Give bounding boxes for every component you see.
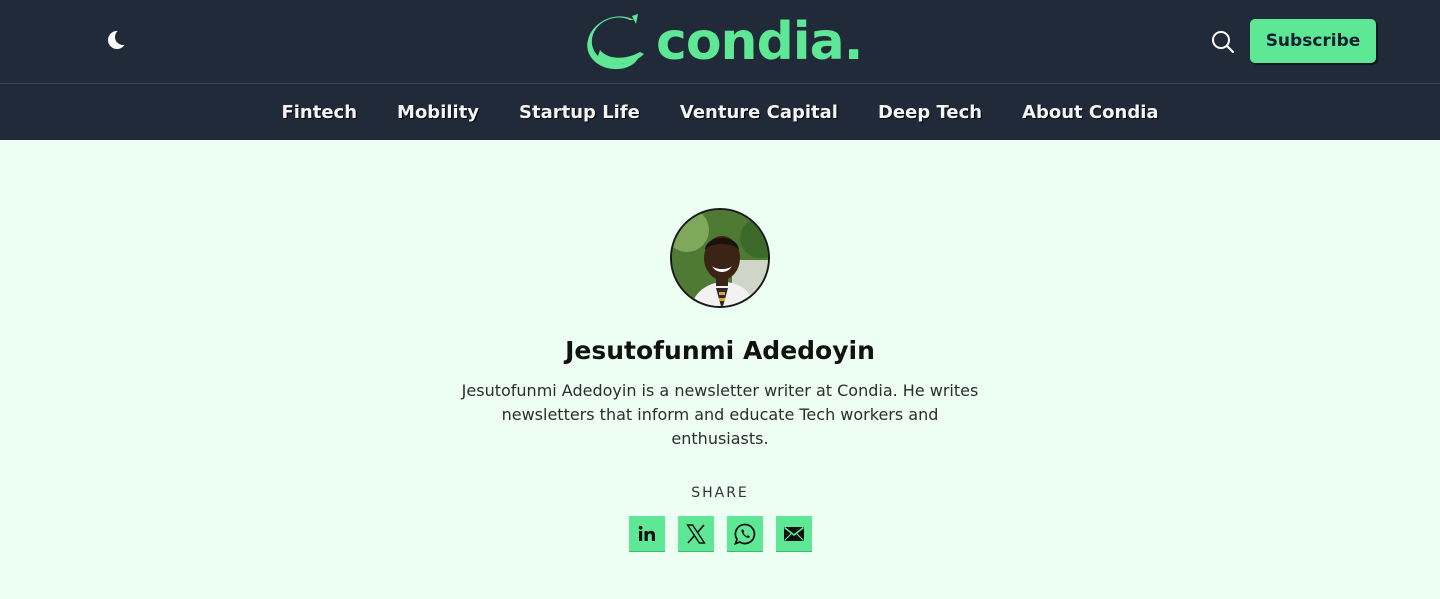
share-email-button[interactable] xyxy=(775,516,812,552)
moon-icon xyxy=(108,29,131,49)
search-button[interactable] xyxy=(1210,29,1236,55)
share-x-button[interactable] xyxy=(677,516,714,552)
nav-item-fintech[interactable]: Fintech xyxy=(281,102,357,123)
subscribe-button[interactable]: Subscribe xyxy=(1250,19,1376,63)
nav-item-deep-tech[interactable]: Deep Tech xyxy=(878,102,982,123)
condia-logo-mark-icon xyxy=(587,14,644,70)
author-photo xyxy=(672,210,768,306)
share-linkedin-button[interactable] xyxy=(628,516,665,552)
author-profile: Jesutofunmi Adedoyin Jesutofunmi Adedoyi… xyxy=(0,140,1440,552)
nav-item-mobility[interactable]: Mobility xyxy=(397,102,479,123)
x-icon xyxy=(685,523,706,544)
author-avatar xyxy=(670,208,770,308)
email-icon xyxy=(783,526,804,541)
nav-item-startup-life[interactable]: Startup Life xyxy=(519,102,640,123)
dark-mode-toggle[interactable] xyxy=(106,29,131,51)
search-icon xyxy=(1212,31,1235,54)
nav-item-venture-capital[interactable]: Venture Capital xyxy=(680,102,838,123)
linkedin-icon xyxy=(638,525,655,541)
nav-item-about-condia[interactable]: About Condia xyxy=(1022,102,1158,123)
author-bio: Jesutofunmi Adedoyin is a newsletter wri… xyxy=(461,381,979,448)
main-nav: Fintech Mobility Startup Life Venture Ca… xyxy=(0,84,1440,140)
share-label: SHARE xyxy=(691,485,749,501)
top-bar: condia. Subscribe xyxy=(0,0,1440,84)
logo-text: condia. xyxy=(656,12,863,72)
author-name: Jesutofunmi Adedoyin xyxy=(565,336,875,365)
share-buttons xyxy=(628,516,812,552)
whatsapp-icon xyxy=(733,523,755,545)
condia-logo[interactable]: condia. xyxy=(586,12,863,72)
share-whatsapp-button[interactable] xyxy=(726,516,763,552)
